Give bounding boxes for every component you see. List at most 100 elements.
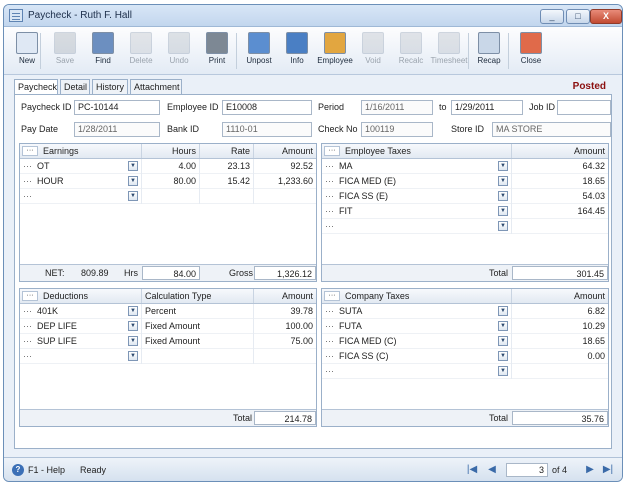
earnings-hours[interactable]: 4.00 [142, 159, 200, 174]
earnings-name[interactable]: HOUR [34, 174, 142, 189]
employee-tax-name[interactable]: FIT [336, 204, 512, 219]
job-id-field[interactable] [557, 100, 611, 115]
earnings-row[interactable]: HOUR 80.00 15.42 1,233.60 ··· ▼ [20, 174, 316, 189]
employee-tax-row[interactable]: ··· ▼ [322, 219, 608, 234]
close-button[interactable]: Close [512, 29, 550, 73]
company-tax-row[interactable]: FUTA 10.29 ··· ▼ [322, 319, 608, 334]
chevron-down-icon[interactable]: ▼ [498, 306, 508, 316]
company-tax-name[interactable]: FUTA [336, 319, 512, 334]
chevron-down-icon[interactable]: ▼ [498, 351, 508, 361]
chevron-down-icon[interactable]: ▼ [498, 206, 508, 216]
minimize-button[interactable]: _ [540, 9, 564, 24]
employee-tax-name[interactable]: FICA MED (E) [336, 174, 512, 189]
employee-tax-amount[interactable]: 18.65 [512, 174, 608, 189]
earnings-rate[interactable]: 23.13 [200, 159, 254, 174]
earnings-amount[interactable] [254, 189, 316, 204]
employee-tax-amount[interactable]: 54.03 [512, 189, 608, 204]
earnings-name[interactable]: OT [34, 159, 142, 174]
earnings-hours[interactable] [142, 189, 200, 204]
chevron-down-icon[interactable]: ▼ [128, 351, 138, 361]
employee-tax-amount[interactable]: 164.45 [512, 204, 608, 219]
company-tax-amount[interactable] [512, 364, 608, 379]
employee-tax-name[interactable]: FICA SS (E) [336, 189, 512, 204]
company-tax-name[interactable]: SUTA [336, 304, 512, 319]
undo-button[interactable]: Undo [160, 29, 198, 73]
earnings-col-name[interactable]: Earnings [40, 144, 142, 158]
timesheet-button[interactable]: Timesheet [430, 29, 468, 73]
period-to-field[interactable]: 1/29/2011 [451, 100, 523, 115]
tab-attachment[interactable]: Attachment [130, 79, 182, 94]
check-no-field[interactable]: 100119 [361, 122, 433, 137]
company-taxes-col-name[interactable]: Company Taxes [342, 289, 512, 303]
earnings-col-rate[interactable]: Rate [200, 144, 254, 158]
deductions-col-calc-type[interactable]: Calculation Type [142, 289, 254, 303]
paycheck-id-field[interactable]: PC-10144 [74, 100, 160, 115]
company-tax-name[interactable]: FICA SS (C) [336, 349, 512, 364]
deduction-row[interactable]: DEP LIFE Fixed Amount 100.00 ··· ▼ [20, 319, 316, 334]
help-label[interactable]: F1 - Help [28, 465, 65, 475]
deduction-calc-type[interactable]: Fixed Amount [142, 319, 254, 334]
pay-date-field[interactable]: 1/28/2011 [74, 122, 160, 137]
employee-tax-row[interactable]: FIT 164.45 ··· ▼ [322, 204, 608, 219]
company-taxes-col-amount[interactable]: Amount [512, 289, 608, 303]
company-tax-row[interactable]: SUTA 6.82 ··· ▼ [322, 304, 608, 319]
earnings-amount[interactable]: 1,233.60 [254, 174, 316, 189]
earnings-row[interactable]: ··· ▼ [20, 189, 316, 204]
company-tax-row[interactable]: FICA SS (C) 0.00 ··· ▼ [322, 349, 608, 364]
recap-button[interactable]: Recap [470, 29, 508, 73]
info-button[interactable]: Info [278, 29, 316, 73]
company-taxes-row-selector[interactable]: ··· [324, 291, 340, 301]
deduction-amount[interactable] [254, 349, 316, 364]
earnings-name[interactable] [34, 189, 142, 204]
chevron-down-icon[interactable]: ▼ [498, 176, 508, 186]
employee-tax-row[interactable]: FICA MED (E) 18.65 ··· ▼ [322, 174, 608, 189]
deduction-calc-type[interactable]: Percent [142, 304, 254, 319]
employee-tax-amount[interactable]: 64.32 [512, 159, 608, 174]
delete-button[interactable]: Delete [122, 29, 160, 73]
print-button[interactable]: Print [198, 29, 236, 73]
chevron-down-icon[interactable]: ▼ [498, 191, 508, 201]
page-number-input[interactable]: 3 [506, 463, 548, 477]
chevron-down-icon[interactable]: ▼ [128, 306, 138, 316]
deduction-calc-type[interactable] [142, 349, 254, 364]
employee-taxes-col-amount[interactable]: Amount [512, 144, 608, 158]
tab-history[interactable]: History [92, 79, 128, 94]
company-tax-amount[interactable]: 10.29 [512, 319, 608, 334]
employee-id-field[interactable]: E10008 [222, 100, 312, 115]
company-tax-amount[interactable]: 18.65 [512, 334, 608, 349]
deduction-name[interactable]: 401K [34, 304, 142, 319]
employee-tax-row[interactable]: FICA SS (E) 54.03 ··· ▼ [322, 189, 608, 204]
employee-taxes-col-name[interactable]: Employee Taxes [342, 144, 512, 158]
save-button[interactable]: Save [46, 29, 84, 73]
chevron-down-icon[interactable]: ▼ [128, 161, 138, 171]
previous-record-icon[interactable]: ◀ [486, 464, 498, 476]
find-button[interactable]: Find [84, 29, 122, 73]
earnings-rate[interactable] [200, 189, 254, 204]
employee-tax-amount[interactable] [512, 219, 608, 234]
deduction-name[interactable]: DEP LIFE [34, 319, 142, 334]
earnings-col-hours[interactable]: Hours [142, 144, 200, 158]
period-from-field[interactable]: 1/16/2011 [361, 100, 433, 115]
close-window-button[interactable]: X [590, 9, 622, 24]
maximize-button[interactable]: □ [566, 9, 590, 24]
deduction-calc-type[interactable]: Fixed Amount [142, 334, 254, 349]
tab-paycheck[interactable]: Paycheck [14, 79, 58, 95]
last-record-icon[interactable]: ▶| [602, 464, 614, 476]
help-icon[interactable]: ? [12, 464, 24, 476]
earnings-amount[interactable]: 92.52 [254, 159, 316, 174]
company-tax-row[interactable]: FICA MED (C) 18.65 ··· ▼ [322, 334, 608, 349]
employee-taxes-row-selector[interactable]: ··· [324, 146, 340, 156]
void-button[interactable]: Void [354, 29, 392, 73]
chevron-down-icon[interactable]: ▼ [498, 221, 508, 231]
earnings-row-selector[interactable]: ··· [22, 146, 38, 156]
chevron-down-icon[interactable]: ▼ [498, 161, 508, 171]
deduction-row[interactable]: ··· ▼ [20, 349, 316, 364]
company-tax-name[interactable]: FICA MED (C) [336, 334, 512, 349]
deduction-name[interactable] [34, 349, 142, 364]
company-tax-name[interactable] [336, 364, 512, 379]
deduction-row[interactable]: 401K Percent 39.78 ··· ▼ [20, 304, 316, 319]
next-record-icon[interactable]: ▶ [584, 464, 596, 476]
employee-tax-name[interactable]: MA [336, 159, 512, 174]
recalc-button[interactable]: Recalc [392, 29, 430, 73]
first-record-icon[interactable]: |◀ [466, 464, 478, 476]
